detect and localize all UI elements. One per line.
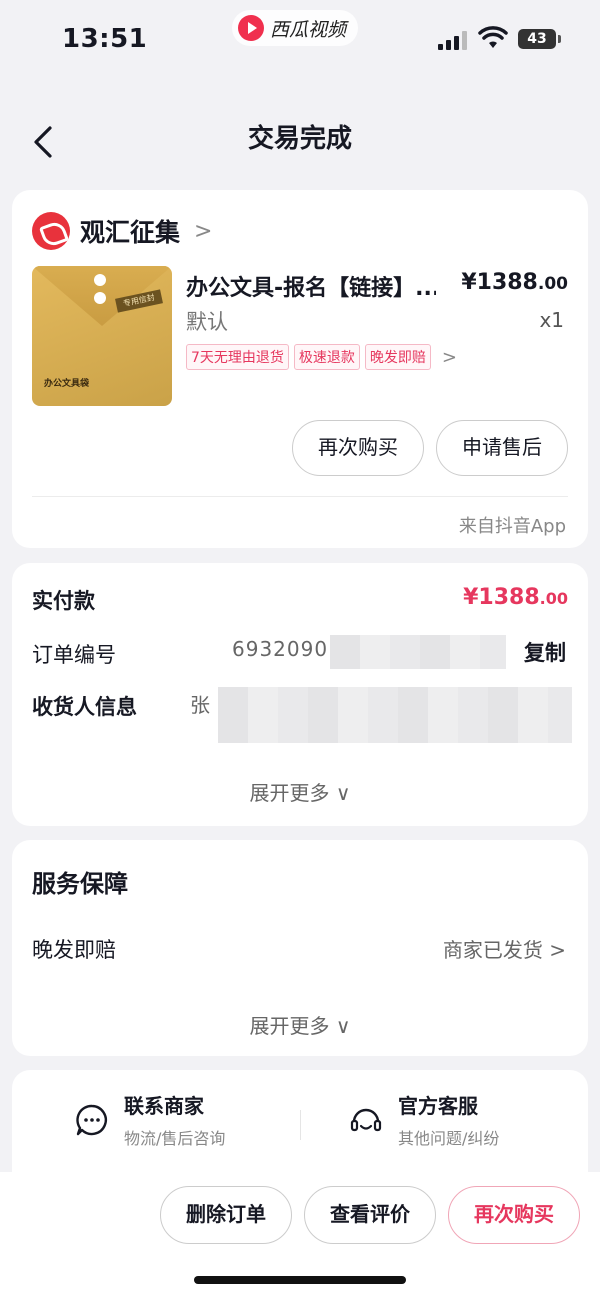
status-time: 13:51 [62,24,148,54]
back-to-app-pill[interactable]: 西瓜视频 [232,10,359,46]
product-title[interactable]: 办公文具-报名【链接】... [186,270,436,302]
divider [300,1110,301,1140]
page-title: 交易完成 [247,124,352,154]
receiver-name: 张 [190,693,210,717]
rebuy-button[interactable]: 再次购买 [292,420,424,476]
headset-icon [350,1108,382,1131]
battery-indicator: 43 [518,29,561,49]
redacted-mosaic [330,635,506,669]
contact-merchant-label: 联系商家 [124,1094,204,1118]
product-thumbnail[interactable]: 专用信封 办公文具袋 [32,266,172,406]
thumbnail-label: 办公文具袋 [44,379,90,389]
chevron-right-icon: > [441,346,458,368]
receiver-label: 收货人信息 [32,695,137,719]
product-spec: 默认 [186,310,228,334]
tag-refund: 极速退款 [293,344,360,370]
order-source: 来自抖音App [458,516,566,537]
official-service-sub: 其他问题/纠纷 [398,1129,500,1148]
shop-logo-icon [32,212,70,250]
contact-merchant-button[interactable]: 联系商家 物流/售后咨询 [74,1090,225,1149]
view-review-button[interactable]: 查看评价 [304,1186,436,1244]
chevron-right-icon: > [549,938,566,962]
xigua-logo-icon [238,15,264,41]
product-card: 观汇征集 > 专用信封 办公文具袋 办公文具-报名【链接】... ¥1388.0… [12,190,588,548]
chevron-down-icon: ∨ [335,1014,351,1038]
wifi-icon [478,26,508,48]
status-bar: 13:51 西瓜视频 43 [0,0,600,80]
after-sale-button[interactable]: 申请售后 [436,420,568,476]
shop-name: 观汇征集 [80,218,181,247]
tag-late-compensation: 晚发即赔 [364,344,431,370]
product-quantity: x1 [539,308,564,332]
paid-amount: ¥1388.00 [463,585,568,610]
service-item-status[interactable]: 商家已发货 > [443,934,566,963]
chevron-down-icon: ∨ [335,781,351,805]
contact-merchant-sub: 物流/售后咨询 [124,1129,226,1148]
expand-more-button[interactable]: 展开更多 ∨ [12,777,588,806]
shop-link[interactable]: 观汇征集 > [32,212,212,250]
order-no-label: 订单编号 [32,643,116,667]
redacted-mosaic [218,687,572,743]
official-service-label: 官方客服 [398,1094,478,1118]
nav-bar: 交易完成 [0,100,600,180]
chat-bubble-icon [76,1104,107,1135]
bottom-action-bar: 删除订单 查看评价 再次购买 [0,1172,600,1299]
chevron-right-icon: > [194,218,213,244]
service-tags[interactable]: 7天无理由退货 极速退款 晚发即赔 > [186,344,457,370]
copy-button[interactable]: 复制 [524,637,566,667]
product-price: ¥1388.00 [461,270,568,295]
paid-label: 实付款 [32,589,95,613]
service-card: 服务保障 晚发即赔 商家已发货 > 展开更多 ∨ [12,840,588,1056]
expand-more-button[interactable]: 展开更多 ∨ [12,1010,588,1039]
order-info-card: 实付款 ¥1388.00 订单编号 6932090 复制 收货人信息 张 展开更… [12,563,588,826]
order-number: 6932090 [232,637,329,661]
tag-return: 7天无理由退货 [186,344,289,370]
app-name: 西瓜视频 [270,18,347,41]
rebuy-bottom-button[interactable]: 再次购买 [448,1186,580,1244]
cellular-signal-icon [438,30,468,50]
home-indicator[interactable] [194,1276,406,1284]
divider [32,496,568,497]
service-title: 服务保障 [32,870,128,898]
official-service-button[interactable]: 官方客服 其他问题/纠纷 [348,1090,499,1149]
service-item-label: 晚发即赔 [32,938,116,962]
delete-order-button[interactable]: 删除订单 [160,1186,292,1244]
